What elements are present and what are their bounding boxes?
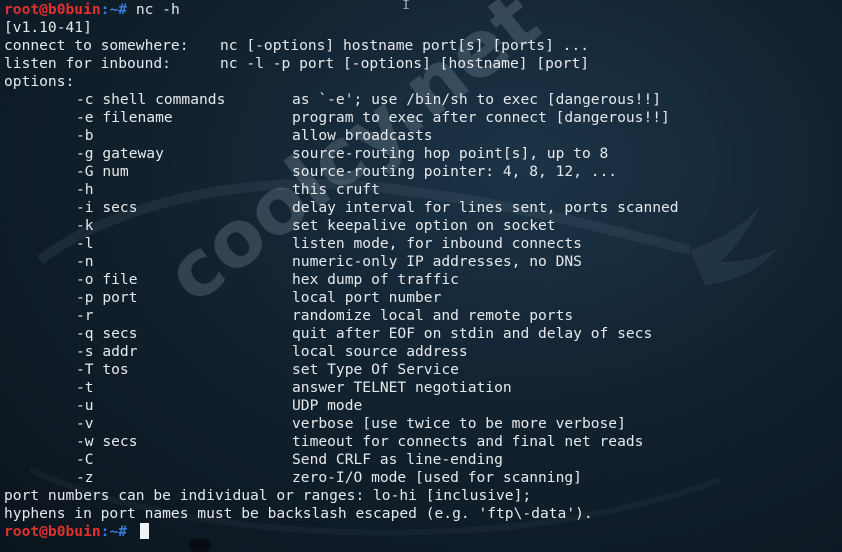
option-description: set Type Of Service bbox=[292, 361, 459, 378]
options-list: -c shell commands as `-e'; use /bin/sh to… bbox=[4, 91, 842, 487]
usage-syntax: nc -l -p port [-options] [hostname] [por… bbox=[220, 55, 590, 72]
version-line: [v1.10-41] bbox=[4, 19, 92, 36]
footer-line: port numbers can be individual or ranges… bbox=[4, 487, 532, 504]
terminal-output: root@b0buin:~# nc -h [v1.10-41] connect … bbox=[4, 1, 842, 541]
option-description: verbose [use twice to be more verbose] bbox=[292, 415, 626, 432]
option-flag: -k bbox=[76, 217, 94, 234]
option-flag: -b bbox=[76, 127, 94, 144]
option-row: -s addr local source address bbox=[4, 343, 842, 361]
option-row: -w secs timeout for connects and final ne… bbox=[4, 433, 842, 451]
option-row: -i secs delay interval for lines sent, po… bbox=[4, 199, 842, 217]
option-description: this cruft bbox=[292, 181, 380, 198]
option-row: -p port local port number bbox=[4, 289, 842, 307]
option-row: -t answer TELNET negotiation bbox=[4, 379, 842, 397]
option-description: hex dump of traffic bbox=[292, 271, 459, 288]
option-row: -c shell commands as `-e'; use /bin/sh to… bbox=[4, 91, 842, 109]
usage-syntax: nc [-options] hostname port[s] [ports] .… bbox=[220, 37, 590, 54]
option-description: zero-I/O mode [used for scanning] bbox=[292, 469, 582, 486]
option-description: as `-e'; use /bin/sh to exec [dangerous!… bbox=[292, 91, 662, 108]
option-description: allow broadcasts bbox=[292, 127, 433, 144]
option-flag: -n bbox=[76, 253, 94, 270]
command-text: nc -h bbox=[135, 1, 180, 18]
option-description: randomize local and remote ports bbox=[292, 307, 574, 324]
option-row: -g gateway source-routing hop point[s], u… bbox=[4, 145, 842, 163]
option-flag: -l bbox=[76, 235, 94, 252]
option-row: -b allow broadcasts bbox=[4, 127, 842, 145]
prompt-user: root@b0buin bbox=[4, 523, 101, 540]
option-row: -C Send CRLF as line-ending bbox=[4, 451, 842, 469]
option-flag: -q secs bbox=[76, 325, 138, 342]
prompt-separator: :~# bbox=[100, 523, 136, 540]
command-line: root@b0buin:~# nc -h bbox=[4, 1, 842, 19]
option-flag: -i secs bbox=[76, 199, 138, 216]
footer-line: hyphens in port names must be backslash … bbox=[4, 505, 593, 522]
option-flag: -T tos bbox=[76, 361, 129, 378]
terminal-window[interactable]: coolcy.net root@b0buin:~# nc -h [v1.10-4… bbox=[0, 0, 842, 552]
option-description: source-routing pointer: 4, 8, 12, ... bbox=[292, 163, 618, 180]
option-row: -k set keepalive option on socket bbox=[4, 217, 842, 235]
option-row: -l listen mode, for inbound connects bbox=[4, 235, 842, 253]
option-description: source-routing hop point[s], up to 8 bbox=[292, 145, 609, 162]
option-flag: -s addr bbox=[76, 343, 138, 360]
usage-label: connect to somewhere: bbox=[4, 37, 189, 54]
option-flag: -C bbox=[76, 451, 94, 468]
usage-line: listen for inbound: nc -l -p port [-optio… bbox=[4, 55, 842, 73]
options-header: options: bbox=[4, 73, 75, 90]
option-row: -e filename program to exec after connect… bbox=[4, 109, 842, 127]
option-flag: -z bbox=[76, 469, 94, 486]
active-prompt-line[interactable]: root@b0buin:~# bbox=[4, 523, 842, 541]
option-flag: -e filename bbox=[76, 109, 173, 126]
option-description: answer TELNET negotiation bbox=[292, 379, 512, 396]
usage-line: connect to somewhere: nc [-options] hostn… bbox=[4, 37, 842, 55]
option-row: -G num source-routing pointer: 4, 8, 12, … bbox=[4, 163, 842, 181]
option-flag: -G num bbox=[76, 163, 129, 180]
option-flag: -c shell commands bbox=[76, 91, 226, 108]
option-description: Send CRLF as line-ending bbox=[292, 451, 503, 468]
option-flag: -r bbox=[76, 307, 94, 324]
option-flag: -t bbox=[76, 379, 94, 396]
option-description: UDP mode bbox=[292, 397, 363, 414]
usage-label: listen for inbound: bbox=[4, 55, 171, 72]
option-flag: -g gateway bbox=[76, 145, 164, 162]
prompt-separator: :~# bbox=[100, 1, 136, 18]
option-description: delay interval for lines sent, ports sca… bbox=[292, 199, 679, 216]
option-description: quit after EOF on stdin and delay of sec… bbox=[292, 325, 653, 342]
option-row: -r randomize local and remote ports bbox=[4, 307, 842, 325]
option-description: local port number bbox=[292, 289, 442, 306]
option-flag: -p port bbox=[76, 289, 138, 306]
option-flag: -u bbox=[76, 397, 94, 414]
option-flag: -o file bbox=[76, 271, 138, 288]
option-row: -T tos set Type Of Service bbox=[4, 361, 842, 379]
prompt-user: root@b0buin bbox=[4, 1, 101, 18]
text-cursor[interactable] bbox=[139, 523, 149, 539]
option-row: -z zero-I/O mode [used for scanning] bbox=[4, 469, 842, 487]
option-row: -h this cruft bbox=[4, 181, 842, 199]
option-description: timeout for connects and final net reads bbox=[292, 433, 644, 450]
option-description: numeric-only IP addresses, no DNS bbox=[292, 253, 582, 270]
option-row: -n numeric-only IP addresses, no DNS bbox=[4, 253, 842, 271]
option-row: -u UDP mode bbox=[4, 397, 842, 415]
option-flag: -v bbox=[76, 415, 94, 432]
option-row: -o file hex dump of traffic bbox=[4, 271, 842, 289]
option-row: -q secs quit after EOF on stdin and delay… bbox=[4, 325, 842, 343]
option-description: program to exec after connect [dangerous… bbox=[292, 109, 670, 126]
option-description: listen mode, for inbound connects bbox=[292, 235, 582, 252]
option-description: local source address bbox=[292, 343, 468, 360]
option-flag: -w secs bbox=[76, 433, 138, 450]
option-flag: -h bbox=[76, 181, 94, 198]
option-row: -v verbose [use twice to be more verbose] bbox=[4, 415, 842, 433]
option-description: set keepalive option on socket bbox=[292, 217, 556, 234]
